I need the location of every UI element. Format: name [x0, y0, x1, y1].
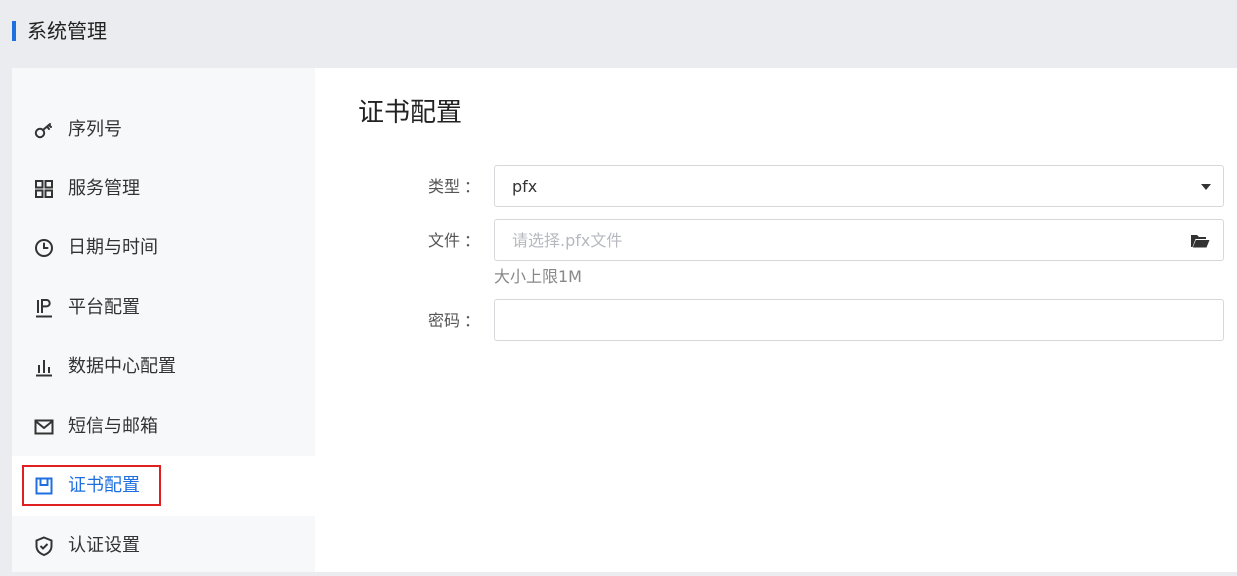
sidebar-item-label: 服务管理: [68, 178, 140, 199]
file-size-hint: 大小上限1M: [494, 267, 582, 286]
sidebar-item-label: 平台配置: [68, 297, 140, 318]
sidebar-item-date-time[interactable]: 日期与时间: [12, 218, 315, 278]
title-accent-bar: [12, 21, 16, 41]
sidebar-item-label: 证书配置: [68, 475, 140, 496]
sidebar-item-auth-settings[interactable]: 认证设置: [12, 516, 315, 576]
shield-icon: [33, 535, 55, 557]
page-title: 证书配置: [358, 98, 463, 128]
type-select-value: pfx: [512, 177, 538, 196]
page-header-title: 系统管理: [27, 19, 107, 43]
sidebar-item-datacenter-config[interactable]: 数据中心配置: [12, 337, 315, 397]
password-label: 密码：: [427, 311, 480, 330]
sidebar-item-label: 序列号: [68, 119, 122, 140]
sidebar-item-label: 短信与邮箱: [68, 416, 158, 437]
key-icon: [33, 119, 55, 141]
file-input-placeholder: 请选择.pfx文件: [512, 231, 623, 250]
clock-icon: [33, 237, 55, 259]
grid-icon: [33, 178, 55, 200]
file-input[interactable]: 请选择.pfx文件: [494, 219, 1224, 261]
sidebar-item-serial-number[interactable]: 序列号: [12, 100, 315, 160]
sidebar-item-sms-email[interactable]: 短信与邮箱: [12, 397, 315, 457]
caret-down-icon: [1201, 184, 1211, 190]
bar-chart-icon: [33, 356, 55, 378]
type-label: 类型：: [427, 177, 480, 196]
sidebar-item-label: 日期与时间: [68, 237, 158, 258]
folder-open-icon[interactable]: [1189, 230, 1211, 252]
sidebar-item-certificate-config[interactable]: 证书配置: [12, 456, 315, 516]
top-bar: 系统管理: [0, 0, 1237, 68]
mail-icon: [33, 416, 55, 438]
ip-icon: [33, 297, 55, 319]
sidebar-item-platform-config[interactable]: 平台配置: [12, 278, 315, 338]
password-input[interactable]: [494, 299, 1224, 341]
main-panel: 证书配置 类型： pfx 文件： 请选择.pfx文件 大小上限1M 密码：: [315, 68, 1237, 572]
sidebar-item-label: 认证设置: [68, 535, 140, 556]
sidebar: 序列号 服务管理 日期与时间 平台配置 数据中心配置 短信与邮箱 证书配置 认证…: [12, 68, 315, 572]
certificate-icon: [33, 475, 55, 497]
sidebar-item-service-management[interactable]: 服务管理: [12, 159, 315, 219]
sidebar-item-label: 数据中心配置: [68, 356, 176, 377]
file-label: 文件：: [427, 231, 480, 250]
type-select[interactable]: pfx: [494, 165, 1224, 207]
